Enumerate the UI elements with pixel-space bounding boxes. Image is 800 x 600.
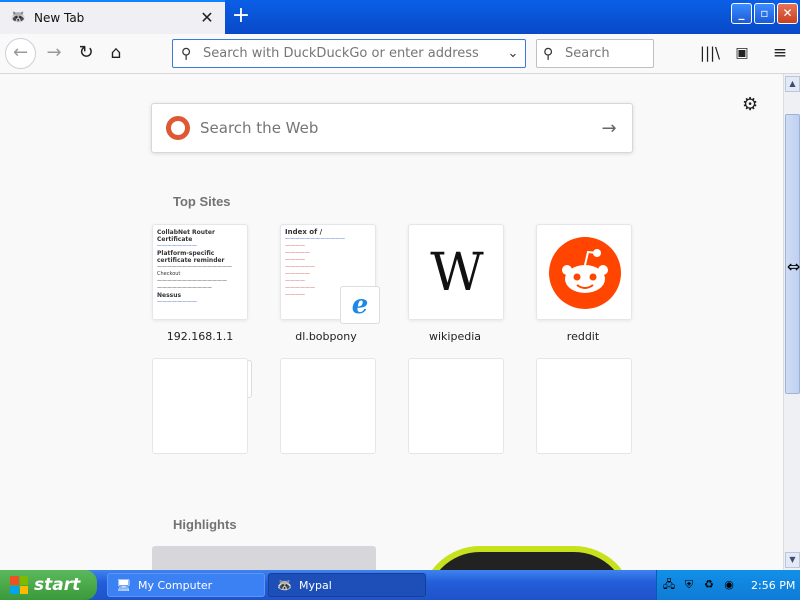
top-site-tile-router[interactable]: CollabNet Router Certificate ———————— Pl… xyxy=(152,224,248,320)
gear-icon[interactable]: ⚙ xyxy=(742,94,758,115)
mypal-icon: 🦝 xyxy=(277,578,292,592)
empty-top-site-tile[interactable] xyxy=(408,358,504,454)
top-site-label: wikipedia xyxy=(428,330,481,343)
top-site-tile-wikipedia[interactable]: W xyxy=(408,224,504,320)
newtab-page: ⚙ → Top Sites CollabNet Router Certifica… xyxy=(0,74,783,570)
maximize-button[interactable]: ▫ xyxy=(754,3,775,24)
top-site-label: 192.168.1.1 xyxy=(166,330,234,343)
sidebar-icon[interactable]: ▣ xyxy=(730,42,754,66)
top-site-tile-reddit[interactable] xyxy=(536,224,632,320)
router-thumbnail: CollabNet Router Certificate ———————— Pl… xyxy=(157,229,232,305)
arrow-right-icon[interactable]: → xyxy=(594,118,624,139)
empty-top-site-tile[interactable] xyxy=(152,358,248,454)
reddit-alien-icon xyxy=(549,237,621,309)
forward-button[interactable]: → xyxy=(42,42,66,66)
firefox-tab-icon: 🦝 xyxy=(10,10,27,25)
tab-title: New Tab xyxy=(34,11,85,25)
top-site-label: reddit xyxy=(566,330,600,343)
taskbar-item-label: Mypal xyxy=(299,578,332,592)
minimize-button[interactable]: _ xyxy=(731,3,752,24)
chevron-down-icon[interactable]: ⌄ xyxy=(501,46,525,61)
taskbar-item-my-computer[interactable]: 🖥 My Computer xyxy=(107,573,265,597)
wikipedia-logo: W xyxy=(430,243,484,303)
security-shield-icon[interactable]: ⛨ xyxy=(681,577,697,593)
taskbar-item-mypal[interactable]: 🦝 Mypal xyxy=(268,573,426,597)
duckduckgo-logo-icon xyxy=(166,116,190,140)
empty-top-site-tile[interactable] xyxy=(536,358,632,454)
title-bar: 🦝 New Tab ✕ + _ ▫ ✕ xyxy=(0,0,800,34)
address-input[interactable] xyxy=(203,46,501,61)
address-bar[interactable]: ⚲ ⌄ xyxy=(172,39,526,68)
vertical-scrollbar[interactable]: ▲ ▼ xyxy=(783,74,800,570)
web-search-input[interactable] xyxy=(200,119,594,137)
window-controls: _ ▫ ✕ xyxy=(731,3,798,24)
clock: 2:56 PM xyxy=(751,578,796,592)
search-icon: ⚲ xyxy=(181,45,192,62)
reload-button[interactable]: ↻ xyxy=(74,42,98,66)
mouse-cursor-icon: ⇔ xyxy=(787,257,800,276)
start-button[interactable]: start xyxy=(0,570,97,600)
internet-explorer-icon: e xyxy=(340,286,380,324)
scroll-down-icon[interactable]: ▼ xyxy=(785,552,800,568)
search-bar[interactable]: ⚲ xyxy=(536,39,654,68)
nav-toolbar: ← → ↻ ⌂ ⚲ ⌄ ⚲ |||\ ▣ ≡ xyxy=(0,34,800,74)
top-site-label: dl.bobpony xyxy=(295,330,357,343)
top-sites-heading: Top Sites xyxy=(173,194,231,209)
recycle-icon[interactable]: ♻ xyxy=(701,577,717,593)
search-input[interactable] xyxy=(565,46,645,61)
computer-icon: 🖥 xyxy=(116,578,132,592)
empty-top-site-tile[interactable] xyxy=(280,358,376,454)
back-button[interactable]: ← xyxy=(5,38,36,69)
highlights-heading: Highlights xyxy=(173,517,237,532)
web-search-box[interactable]: → xyxy=(151,103,633,153)
tab-new-tab[interactable]: 🦝 New Tab ✕ xyxy=(0,0,225,34)
taskbar-item-label: My Computer xyxy=(138,578,213,592)
highlight-card-image[interactable] xyxy=(420,546,634,570)
search-icon: ⚲ xyxy=(543,45,554,62)
highlight-card[interactable] xyxy=(152,546,376,570)
scroll-up-icon[interactable]: ▲ xyxy=(785,76,800,92)
start-label: start xyxy=(34,575,81,595)
taskbar: start 🖥 My Computer 🦝 Mypal 🖧 ⛨ ♻ ◉ 2:56… xyxy=(0,570,800,600)
home-button[interactable]: ⌂ xyxy=(104,42,128,66)
new-tab-button[interactable]: + xyxy=(228,4,254,30)
system-tray: 🖧 ⛨ ♻ ◉ 2:56 PM xyxy=(656,570,800,600)
close-tab-icon[interactable]: ✕ xyxy=(197,8,217,28)
volume-icon[interactable]: ◉ xyxy=(721,577,737,593)
scrollbar-thumb[interactable] xyxy=(785,114,800,394)
network-icon[interactable]: 🖧 xyxy=(661,577,677,593)
hamburger-menu-icon[interactable]: ≡ xyxy=(768,42,792,66)
library-icon[interactable]: |||\ xyxy=(698,42,722,66)
close-window-button[interactable]: ✕ xyxy=(777,3,798,24)
windows-logo-icon xyxy=(10,576,28,594)
